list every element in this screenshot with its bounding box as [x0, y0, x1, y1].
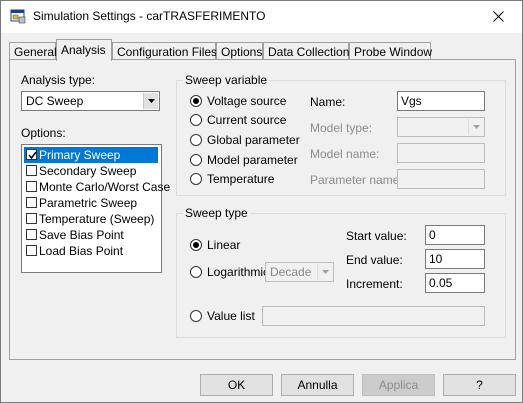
simulation-settings-dialog: Simulation Settings - carTRASFERIMENTO G…	[0, 0, 523, 403]
window-title: Simulation Settings - carTRASFERIMENTO	[33, 9, 266, 23]
parameter-name-input[interactable]	[397, 169, 485, 189]
log-scale-select[interactable]: Decade	[265, 262, 334, 282]
checkbox-secondary-sweep[interactable]	[26, 165, 37, 176]
cancel-button[interactable]: Annulla	[281, 374, 354, 396]
start-value-input[interactable]: 0	[425, 225, 485, 245]
model-type-select[interactable]	[397, 117, 485, 137]
increment-label: Increment:	[346, 277, 403, 291]
checkbox-temperature-sweep[interactable]	[26, 213, 37, 224]
option-parametric-sweep[interactable]: Parametric Sweep	[24, 195, 158, 211]
chevron-down-icon	[468, 119, 483, 135]
start-value-label: Start value:	[346, 229, 407, 243]
option-primary-sweep[interactable]: Primary Sweep	[24, 147, 158, 163]
tab-configuration-files[interactable]: Configuration Files	[112, 42, 217, 60]
apply-button[interactable]: Applica	[362, 374, 435, 396]
chevron-down-icon	[317, 264, 332, 280]
option-secondary-sweep[interactable]: Secondary Sweep	[24, 163, 158, 179]
options-label: Options:	[21, 126, 66, 140]
option-load-bias-point[interactable]: Load Bias Point	[24, 243, 158, 259]
name-label: Name:	[310, 95, 346, 109]
close-icon	[493, 11, 504, 22]
model-name-input[interactable]	[397, 143, 485, 163]
tab-options[interactable]: Options	[216, 42, 263, 60]
analysis-type-value: DC Sweep	[26, 94, 84, 108]
analysis-type-label: Analysis type:	[21, 73, 96, 87]
checkbox-save-bias-point[interactable]	[26, 229, 37, 240]
options-list: Primary Sweep Secondary Sweep Monte Carl…	[21, 144, 170, 273]
sweep-type-group: Sweep type Linear Logarithmic Decade Sta…	[176, 206, 506, 338]
value-list-input[interactable]	[262, 306, 485, 326]
option-temperature-sweep[interactable]: Temperature (Sweep)	[24, 211, 158, 227]
ok-button[interactable]: OK	[200, 374, 273, 396]
tab-data-collection[interactable]: Data Collection	[263, 42, 349, 60]
close-button[interactable]	[476, 1, 522, 33]
option-monte-carlo[interactable]: Monte Carlo/Worst Case	[24, 179, 170, 195]
analysis-tab-panel: Analysis type: DC Sweep Options: Primary…	[9, 59, 516, 360]
sweep-type-title: Sweep type	[183, 206, 250, 220]
checkbox-load-bias-point[interactable]	[26, 245, 37, 256]
help-button[interactable]: ?	[443, 374, 516, 396]
increment-input[interactable]: 0.05	[425, 273, 485, 293]
name-input[interactable]: Vgs	[397, 91, 485, 111]
option-save-bias-point[interactable]: Save Bias Point	[24, 227, 158, 243]
checkbox-primary-sweep[interactable]	[26, 149, 37, 160]
sweep-variable-group: Sweep variable Voltage source Current so…	[176, 73, 506, 196]
chevron-down-icon	[143, 93, 158, 109]
model-name-label: Model name:	[310, 147, 380, 161]
end-value-label: End value:	[346, 253, 403, 267]
model-type-label: Model type:	[310, 121, 373, 135]
tab-general[interactable]: General	[9, 42, 57, 60]
checkbox-monte-carlo[interactable]	[26, 181, 37, 192]
tab-analysis[interactable]: Analysis	[56, 39, 112, 61]
sweep-variable-title: Sweep variable	[183, 73, 270, 87]
title-bar: Simulation Settings - carTRASFERIMENTO	[1, 1, 522, 33]
checkbox-parametric-sweep[interactable]	[26, 197, 37, 208]
app-window-icon	[10, 8, 26, 24]
parameter-name-label: Parameter name:	[310, 173, 403, 187]
analysis-type-select[interactable]: DC Sweep	[21, 91, 160, 111]
tab-probe-window[interactable]: Probe Window	[349, 42, 432, 60]
end-value-input[interactable]: 10	[425, 249, 485, 269]
